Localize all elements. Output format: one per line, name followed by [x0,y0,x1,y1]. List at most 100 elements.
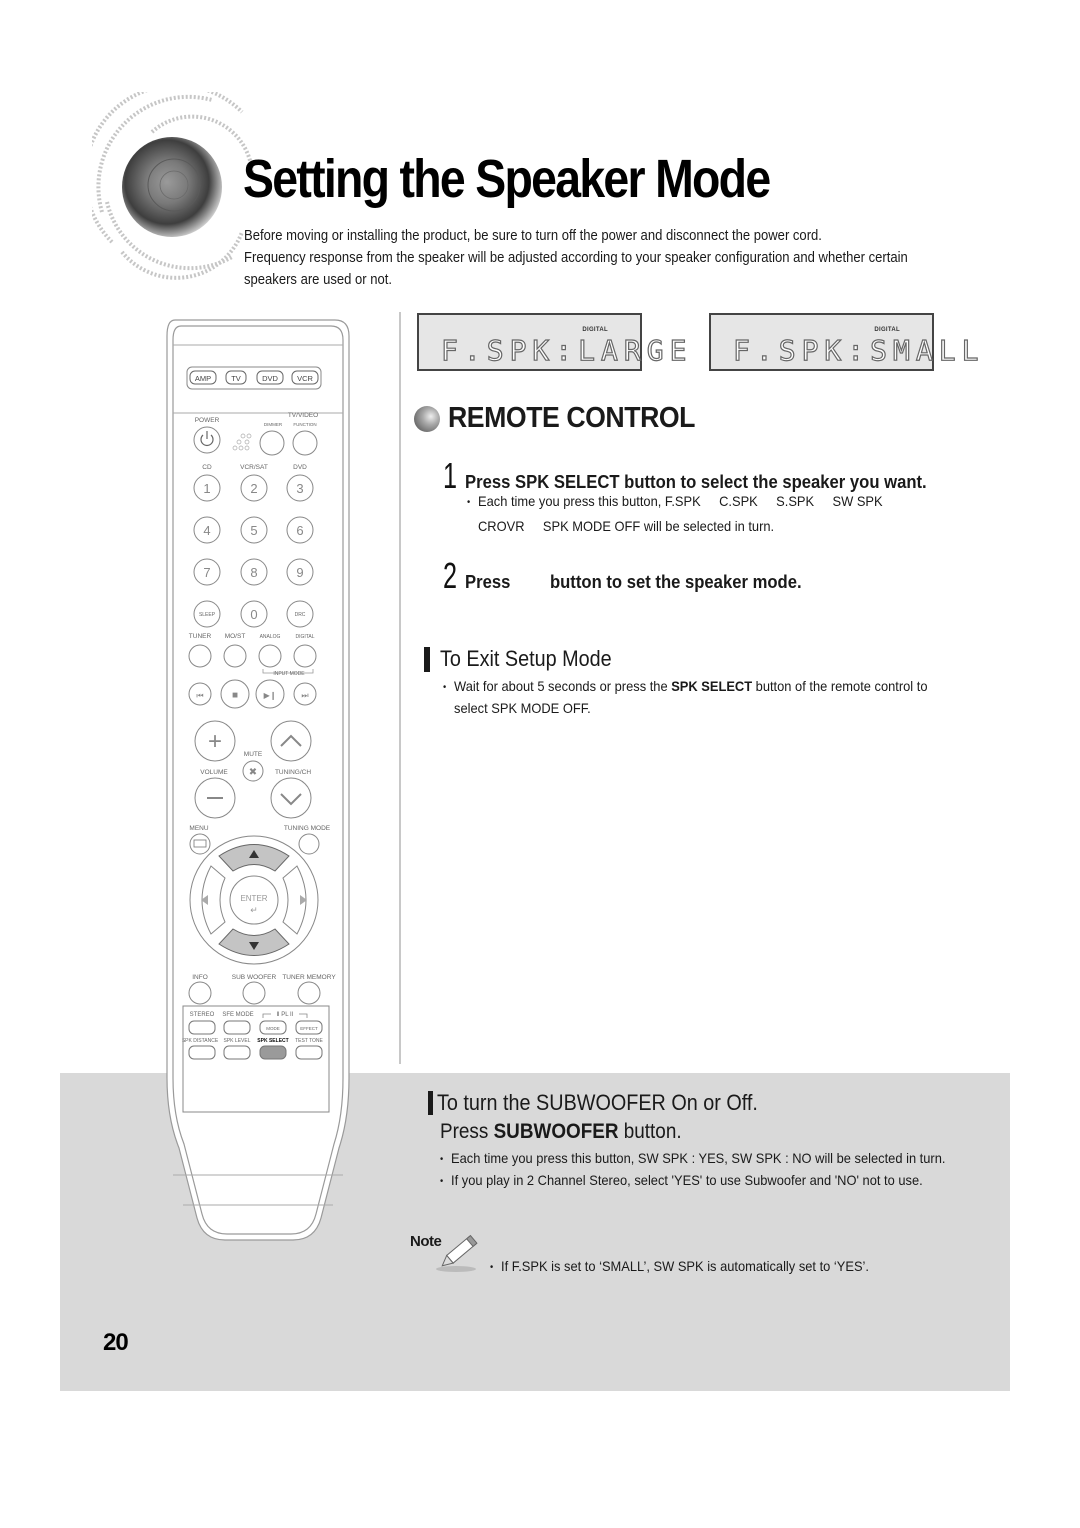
sub-woofer-button[interactable] [242,981,266,1005]
sleep-label: SLEEP [199,612,216,618]
exit-text-before: Wait for about 5 seconds or press the [454,678,668,694]
power-label: POWER [195,417,220,424]
input-button-analog[interactable] [258,644,282,668]
lcd-display-small: DIGITAL F.SPK:SMALL [709,313,979,371]
subwoofer-press-instruction: Press SUBWOOFER button. [440,1120,682,1144]
panel-label: TEST TONE [295,1038,323,1044]
dimmer-button[interactable] [259,430,285,456]
remote-control-illustration: AMP TV DVD VCR POWER TV/VIDEO DIMMER FUNCTION C… [163,318,353,1253]
mode-label: DVD [262,374,278,383]
subwoofer-heading: To turn the SUBWOOFER On or Off. [428,1090,794,1116]
press-bold: SUBWOOFER [493,1120,619,1143]
stop-icon: ■ [232,690,238,701]
cycle-item: SPK MODE OFF [542,518,641,534]
panel-button-label: EFFECT [300,1026,318,1031]
previous-icon: ⏮ [196,691,203,700]
input-button-tuner[interactable] [188,644,212,668]
speaker-cone-logo [83,83,262,282]
tuning-down-button[interactable] [270,777,312,819]
bottom-label: INFO [192,974,208,981]
step-2: 2 Press button to set the speaker mode. [443,555,839,597]
cycle-item: CROVR [478,518,525,534]
digital-indicator: DIGITAL [582,327,608,333]
function-label: FUNCTION [293,422,316,427]
note-text: • If F.SPK is set to ‘SMALL’, SW SPK is a… [490,1258,869,1274]
panel-label: STEREO [190,1012,215,1018]
subwoofer-title: To turn the SUBWOOFER On or Off. [437,1090,758,1115]
tv-video-label: TV/VIDEO [288,412,318,419]
panel-label: SPK SELECT [257,1038,288,1044]
exit-setup-text: • Wait for about 5 seconds or press the S… [443,676,958,718]
bullet-icon: • [440,1176,444,1187]
step-text-after: button to set the speaker mode. [549,571,802,592]
remote-control-heading: REMOTE CONTROL [414,402,717,435]
cycle-item: S.SPK [776,493,815,509]
plus-icon: + [208,728,222,755]
bullet-icon: • [467,497,471,508]
stereo-button[interactable] [188,1020,216,1035]
digit-label: 0 [250,607,257,622]
enter-label: ENTER [240,894,267,903]
tuner-memory-button[interactable] [297,981,321,1005]
exit-text-after: button of the remote control to [755,678,928,694]
menu-label: MENU [189,825,208,832]
digit-label: 6 [296,523,303,538]
bottom-label: SUB WOOFER [232,974,277,981]
step-1-detail-cont: CROVR SPK MODE OFF will be selected in tu… [478,514,774,539]
list-item-text: If you play in 2 Channel Stereo, select … [451,1172,923,1188]
spk-distance-button[interactable] [188,1045,216,1060]
digit-label: 4 [203,523,210,538]
bullet-icon: • [443,682,447,693]
remote-control-drawing: AMP TV DVD VCR POWER TV/VIDEO DIMMER FUNCTION C… [166,319,350,1241]
tuning-mode-button[interactable] [298,833,320,855]
step-number: 1 [443,455,458,496]
row-label: DIGITAL [295,634,314,640]
step-text-before: Press [465,571,511,592]
page-title: Setting the Speaker Mode [243,149,771,209]
input-button-mo-st[interactable] [223,644,247,668]
exit-setup-title: To Exit Setup Mode [440,646,612,671]
pencil-icon [436,1234,478,1272]
function-button[interactable] [292,430,318,456]
cycle-item: F.SPK [664,493,701,509]
page-number: 20 [103,1329,129,1356]
section-title: REMOTE CONTROL [448,402,696,434]
mode-label: AMP [195,374,211,383]
tuning-up-button[interactable] [270,720,312,762]
panel-button-label: MODE [266,1026,280,1031]
section-bullet-icon [414,405,440,432]
list-item-text: Each time you press this button, SW SPK … [451,1150,946,1166]
digital-indicator: DIGITAL [874,327,900,333]
digit-label: 5 [250,523,257,538]
sfe-mode-button[interactable] [223,1020,251,1035]
bottom-label: TUNER MEMORY [282,974,336,981]
exit-text-line2: select SPK MODE OFF. [454,700,591,716]
intro-line: Before moving or installing the product,… [244,228,822,244]
input-button-digital[interactable] [293,644,317,668]
heading-bar-icon [428,1091,433,1115]
panel-label: SPK LEVEL [224,1038,251,1044]
panel-label: SPK DISTANCE [182,1038,219,1044]
exit-setup-heading: To Exit Setup Mode [424,646,631,672]
power-button[interactable] [193,426,221,454]
digit-label: 8 [250,565,257,580]
digit-label: 3 [296,481,303,496]
bullet-icon: • [490,1262,494,1273]
test-tone-button[interactable] [295,1045,323,1060]
lcd-display-large: DIGITAL F.SPK:LARGE [417,313,687,371]
tuning-mode-label: TUNING MODE [284,825,331,832]
step-1-detail: • Each time you press this button, F.SPK C… [467,489,883,515]
drc-label: DRC [295,612,306,618]
press-after: button. [623,1120,682,1143]
info-button[interactable] [188,981,212,1005]
source-label: DVD [293,464,307,471]
spk-select-button[interactable] [259,1045,287,1060]
mode-label: TV [231,374,241,383]
row-label: TUNER [189,633,212,640]
spk-level-button[interactable] [223,1045,251,1060]
mute-icon: ✖ [249,767,257,778]
speaker-cone-icon [83,83,254,280]
lcd-readout: F.SPK:LARGE [440,333,693,367]
menu-button[interactable] [189,833,211,855]
source-label: CD [202,464,212,471]
